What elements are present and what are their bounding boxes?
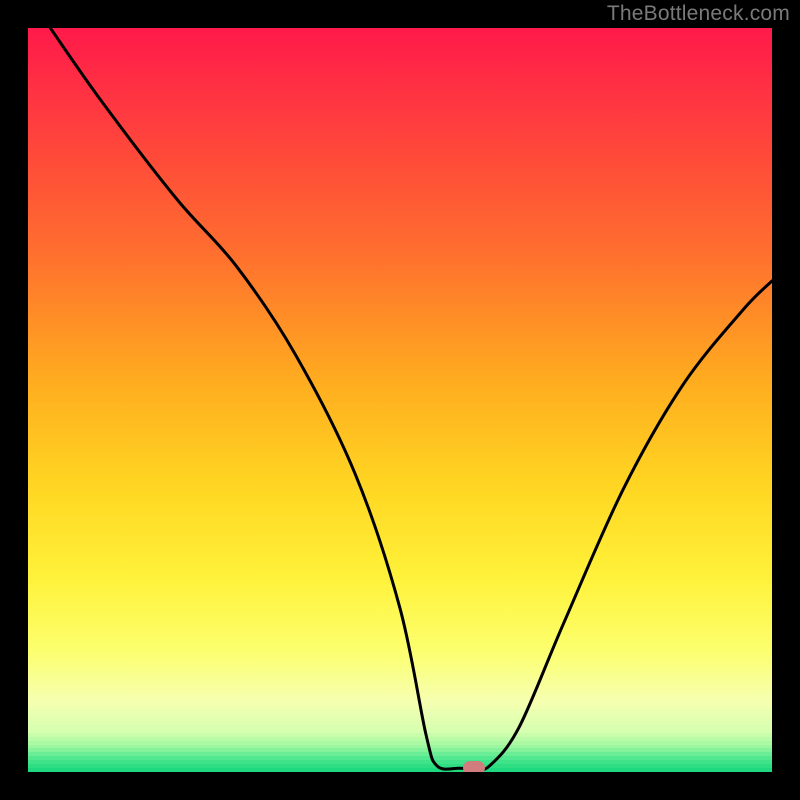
plot-area [28,28,772,772]
curve-line [28,28,772,772]
chart-frame: TheBottleneck.com [0,0,800,800]
watermark-text: TheBottleneck.com [607,2,790,26]
optimal-marker [463,761,485,772]
